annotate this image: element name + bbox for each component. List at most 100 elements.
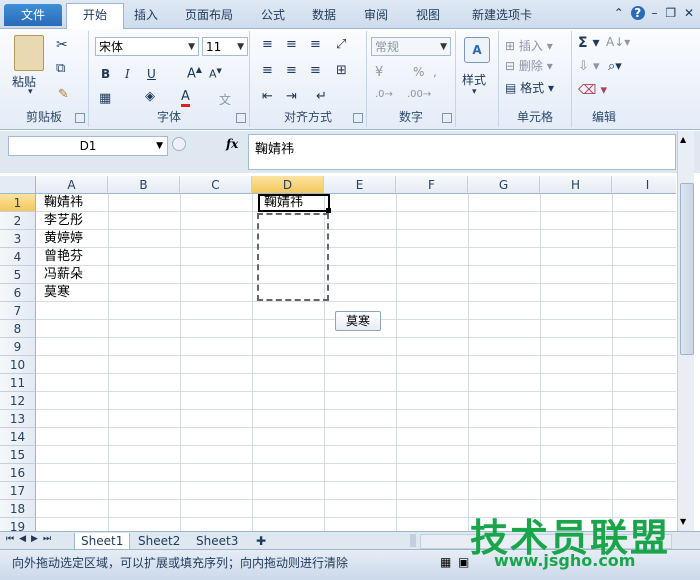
minimize-icon[interactable]: – <box>652 6 658 20</box>
column-header-E[interactable]: E <box>324 176 396 194</box>
tab-review[interactable]: 审阅 <box>358 4 394 26</box>
decrease-decimal-icon[interactable]: .00→ <box>407 89 431 100</box>
row-header-8[interactable]: 8 <box>0 320 36 338</box>
row-header-11[interactable]: 11 <box>0 374 36 392</box>
fill-drag-range[interactable] <box>257 213 329 301</box>
tab-formulas[interactable]: 公式 <box>255 4 291 26</box>
name-box[interactable]: D1 ▼ <box>8 136 168 156</box>
currency-icon[interactable]: ¥ <box>375 65 383 80</box>
orientation-icon[interactable]: ⤢ <box>336 37 346 52</box>
format-painter-icon[interactable]: ✎ <box>58 87 69 102</box>
delete-cells-button[interactable]: ⊟ 删除 ▾ <box>505 57 553 74</box>
cut-icon[interactable]: ✂ <box>56 37 68 53</box>
restore-icon[interactable]: ❐ <box>665 6 676 20</box>
fill-color-icon[interactable]: ◈ <box>145 89 155 104</box>
fill-handle[interactable] <box>326 208 331 213</box>
copy-icon[interactable]: ⧉ <box>56 61 65 76</box>
column-header-D[interactable]: D <box>252 176 324 194</box>
row-header-17[interactable]: 17 <box>0 482 36 500</box>
decrease-indent-icon[interactable]: ⇤ <box>262 89 273 104</box>
row-header-7[interactable]: 7 <box>0 302 36 320</box>
find-select-icon[interactable]: ⌕▾ <box>608 59 622 74</box>
column-header-G[interactable]: G <box>468 176 540 194</box>
underline-button[interactable]: U <box>147 67 156 81</box>
column-header-I[interactable]: I <box>612 176 676 194</box>
cell-A2[interactable]: 李艺彤 <box>40 212 83 230</box>
format-cells-button[interactable]: ▤ 格式 ▾ <box>505 79 554 96</box>
tab-new[interactable]: 新建选项卡 <box>462 4 542 26</box>
row-header-13[interactable]: 13 <box>0 410 36 428</box>
align-middle-icon[interactable]: ≡ <box>286 37 297 52</box>
sort-filter-icon[interactable]: A↓▾ <box>606 35 630 49</box>
page-layout-view-icon[interactable]: ▣ <box>458 555 469 569</box>
column-header-H[interactable]: H <box>540 176 612 194</box>
help-icon[interactable]: ? <box>630 6 645 20</box>
row-header-12[interactable]: 12 <box>0 392 36 410</box>
row-header-9[interactable]: 9 <box>0 338 36 356</box>
shrink-font-icon[interactable]: A▼ <box>209 67 222 81</box>
row-header-14[interactable]: 14 <box>0 428 36 446</box>
clipboard-launcher-icon[interactable] <box>75 113 85 123</box>
column-header-F[interactable]: F <box>396 176 468 194</box>
insert-function-button[interactable]: fx <box>226 137 238 151</box>
font-launcher-icon[interactable] <box>236 113 246 123</box>
row-header-6[interactable]: 6 <box>0 284 36 302</box>
alignment-launcher-icon[interactable] <box>353 113 363 123</box>
row-header-4[interactable]: 4 <box>0 248 36 266</box>
font-name-select[interactable]: 宋体 ▼ <box>95 37 199 56</box>
italic-button[interactable]: I <box>125 67 130 81</box>
paste-dropdown-icon[interactable]: ▾ <box>28 87 33 97</box>
cell-A3[interactable]: 黄婷婷 <box>40 230 83 248</box>
border-icon[interactable]: ▦ <box>99 91 111 106</box>
scroll-down-icon[interactable]: ▼ <box>680 517 686 526</box>
formula-bar-toggle-icon[interactable] <box>172 137 186 151</box>
column-header-C[interactable]: C <box>180 176 252 194</box>
paste-icon[interactable] <box>14 35 44 71</box>
tab-view[interactable]: 视图 <box>410 4 446 26</box>
new-sheet-icon[interactable]: ✚ <box>250 533 272 549</box>
row-header-16[interactable]: 16 <box>0 464 36 482</box>
align-right-icon[interactable]: ≡ <box>310 63 321 78</box>
tab-insert[interactable]: 插入 <box>128 4 164 26</box>
cell-A1[interactable]: 鞠婧祎 <box>40 194 83 212</box>
column-header-A[interactable]: A <box>36 176 108 194</box>
bold-button[interactable]: B <box>101 67 110 81</box>
tab-data[interactable]: 数据 <box>306 4 342 26</box>
tab-page-layout[interactable]: 页面布局 <box>178 4 240 26</box>
tab-split-handle[interactable] <box>410 534 416 547</box>
scroll-up-icon[interactable]: ▲ <box>680 135 686 144</box>
sheet-tab-1[interactable]: Sheet1 <box>74 533 131 550</box>
align-left-icon[interactable]: ≡ <box>262 63 273 78</box>
number-launcher-icon[interactable] <box>442 113 452 123</box>
formula-input[interactable]: 鞠婧祎 <box>248 134 676 170</box>
align-top-icon[interactable]: ≡ <box>262 37 273 52</box>
number-format-select[interactable]: 常规 ▼ <box>371 37 451 56</box>
increase-decimal-icon[interactable]: .0→ <box>375 89 393 100</box>
column-header-B[interactable]: B <box>108 176 180 194</box>
worksheet-grid[interactable]: ABCDEFGHI 1 2 3 4 5 6 7 8 9 10 11 12 13 14 15 16 17 18 19 … <box>0 176 676 531</box>
cell-D1[interactable]: 鞠婧祎 <box>258 194 330 212</box>
styles-dropdown-icon[interactable]: ▾ <box>472 87 477 97</box>
select-all-corner[interactable] <box>0 176 36 194</box>
row-header-2[interactable]: 2 <box>0 212 36 230</box>
comma-icon[interactable]: , <box>433 65 437 79</box>
row-header-5[interactable]: 5 <box>0 266 36 284</box>
percent-button[interactable]: % <box>413 65 424 79</box>
scroll-thumb[interactable] <box>680 183 694 355</box>
row-header-10[interactable]: 10 <box>0 356 36 374</box>
clear-icon[interactable]: ⌫ ▾ <box>578 83 607 98</box>
wrap-text-icon[interactable]: ↵ <box>316 89 327 104</box>
fill-icon[interactable]: ⇩ ▾ <box>578 59 600 74</box>
styles-button[interactable]: 样式 <box>462 71 486 88</box>
sheet-nav-icon[interactable]: ⏮◀▶⏭ <box>6 534 56 544</box>
font-color-icon[interactable]: A <box>181 89 190 107</box>
cell-A6[interactable]: 莫寒 <box>40 284 70 302</box>
font-size-select[interactable]: 11 ▼ <box>202 37 248 56</box>
row-header-1[interactable]: 1 <box>0 194 36 212</box>
align-bottom-icon[interactable]: ≡ <box>310 37 321 52</box>
row-header-15[interactable]: 15 <box>0 446 36 464</box>
phonetic-icon[interactable]: 文 <box>219 91 231 108</box>
grow-font-icon[interactable]: A▲ <box>187 65 202 81</box>
ribbon-minimize-icon[interactable]: ⌃ <box>614 6 624 20</box>
close-icon[interactable]: ✕ <box>684 6 694 20</box>
